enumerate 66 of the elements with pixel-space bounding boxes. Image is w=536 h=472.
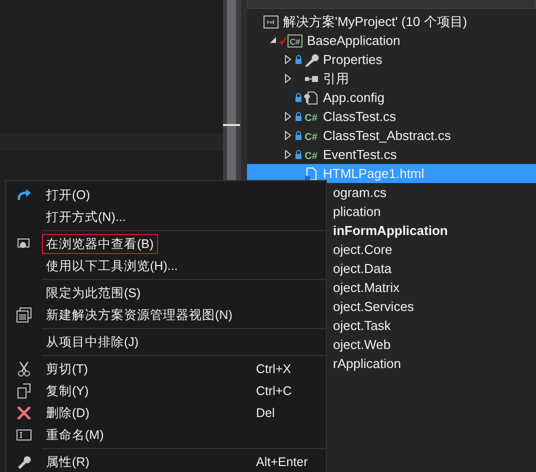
tree-item[interactable]: oject.Web — [333, 337, 391, 352]
shortcut-label: Ctrl+C — [256, 382, 292, 400]
config-file-icon — [303, 90, 319, 104]
item-label: 解决方案'MyProject' (10 个项目) — [283, 12, 468, 31]
menu-item[interactable]: 限定为此范围(S) — [42, 282, 145, 304]
tree-item[interactable]: Properties — [247, 50, 536, 69]
item-label: Properties — [323, 50, 382, 69]
tree-item[interactable]: 引用 — [247, 69, 536, 88]
solution-icon — [263, 14, 279, 28]
menu-item[interactable]: 打开方式(N)... — [42, 206, 130, 228]
expanded-icon[interactable] — [269, 36, 277, 44]
shortcut-label: Del — [256, 404, 275, 422]
redo-arrow-icon — [16, 188, 32, 202]
scissors-icon — [17, 361, 31, 377]
item-label: ClassTest.cs — [323, 108, 396, 126]
csharp-file-icon: C# — [303, 128, 319, 142]
item-label: 引用 — [323, 70, 349, 88]
collapsed-icon[interactable] — [285, 74, 291, 82]
menu-item[interactable]: 属性(R) — [42, 452, 94, 472]
close-icon — [17, 406, 31, 420]
shortcut-label: Ctrl+X — [256, 360, 292, 378]
tree-item[interactable]: 解决方案'MyProject' (10 个项目) — [247, 12, 536, 31]
tree-item[interactable]: C# BaseApplication — [247, 31, 536, 50]
tree-item[interactable]: oject.Task — [333, 318, 391, 333]
menu-item[interactable]: 删除(D) — [42, 402, 94, 424]
item-label: EventTest.cs — [323, 146, 397, 164]
tree-item[interactable]: inFormApplication — [333, 223, 448, 238]
tree-item[interactable]: C# ClassTest.cs — [247, 107, 536, 126]
tree-item[interactable]: oject.Matrix — [333, 280, 400, 295]
item-label: App.config — [323, 88, 384, 107]
tree-item[interactable]: plication — [333, 204, 381, 219]
menu-item[interactable]: 重命名(M) — [42, 424, 108, 446]
collapsed-icon[interactable] — [285, 112, 291, 120]
menu-item[interactable]: 剪切(T) — [42, 358, 92, 380]
collapsed-icon[interactable] — [285, 150, 291, 158]
tree-item[interactable]: oject.Core — [333, 242, 392, 257]
html-file-icon — [303, 166, 319, 180]
item-label: BaseApplication — [307, 32, 400, 50]
window-list-icon — [16, 307, 32, 323]
shortcut-label: Alt+Enter — [256, 454, 308, 471]
menu-item[interactable]: 从项目中排除(J) — [42, 332, 143, 352]
item-label: HTMLPage1.html — [323, 164, 424, 183]
search-field[interactable] — [247, 0, 536, 9]
wrench-icon — [303, 52, 319, 66]
tree-item[interactable]: C# ClassTest_Abstract.cs — [247, 126, 536, 145]
tree-item[interactable]: ogram.cs — [333, 185, 386, 200]
menu-item[interactable]: 新建解决方案资源管理器视图(N) — [42, 304, 236, 326]
collapsed-icon[interactable] — [285, 130, 291, 140]
csharp-project-icon: C# — [287, 34, 303, 48]
item-label: ClassTest_Abstract.cs — [323, 126, 451, 145]
tree-item[interactable]: C# EventTest.cs — [247, 145, 536, 164]
tree-item[interactable]: rApplication — [333, 356, 401, 371]
menu-item[interactable]: 在浏览器中查看(B) — [42, 234, 158, 254]
tree-item[interactable]: oject.Data — [333, 261, 392, 276]
browser-icon — [17, 238, 31, 250]
menu-item[interactable]: 使用以下工具浏览(H)... — [42, 256, 182, 276]
menu-item[interactable]: 打开(O) — [42, 184, 94, 206]
copy-icon — [17, 383, 31, 399]
csharp-file-icon: C# — [303, 148, 319, 162]
collapsed-icon[interactable] — [285, 54, 291, 64]
tree-item[interactable]: App.config — [247, 88, 536, 107]
rename-icon — [16, 429, 32, 441]
tree-item[interactable]: oject.Services — [333, 299, 414, 314]
menu-item[interactable]: 复制(Y) — [42, 380, 93, 402]
wrench-icon — [17, 455, 31, 469]
csharp-file-icon: C# — [303, 110, 319, 124]
